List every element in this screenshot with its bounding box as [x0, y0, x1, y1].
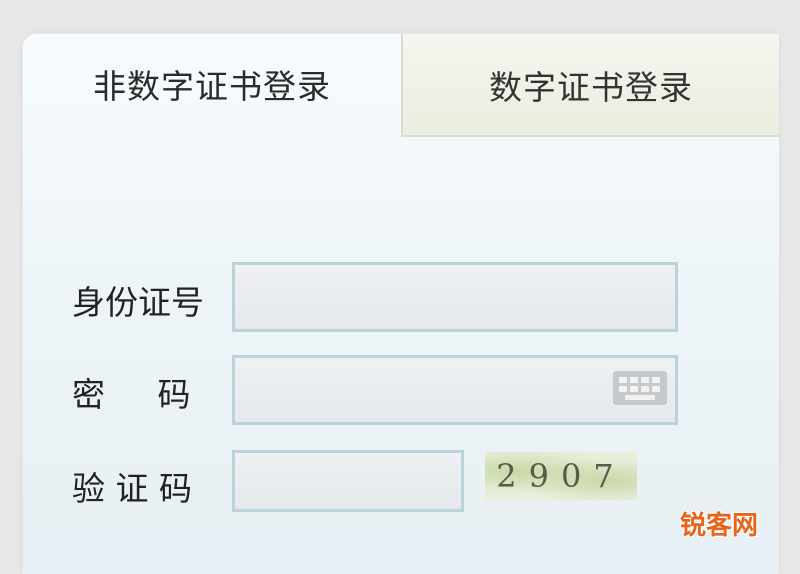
tab-non-certificate-login[interactable]: 非数字证书登录: [23, 34, 401, 134]
captcha-text: 2907: [496, 457, 626, 495]
tab-certificate-login[interactable]: 数字证书登录: [401, 34, 779, 137]
password-field[interactable]: [232, 355, 678, 425]
tab-label: 数字证书登录: [489, 67, 693, 107]
password-input[interactable]: [235, 358, 595, 422]
watermark-logo: 锐客网: [680, 511, 759, 541]
keyboard-icon[interactable]: [613, 371, 667, 405]
id-number-field[interactable]: [232, 262, 678, 332]
captcha-field[interactable]: [232, 450, 464, 512]
captcha-image[interactable]: 2907: [485, 452, 637, 500]
password-label: 密 码: [72, 375, 191, 414]
id-number-label: 身份证号: [72, 283, 204, 322]
captcha-label: 验 证 码: [72, 469, 192, 508]
id-number-input[interactable]: [235, 265, 675, 329]
captcha-input[interactable]: [235, 453, 461, 509]
tab-label: 非数字证书登录: [93, 67, 331, 106]
